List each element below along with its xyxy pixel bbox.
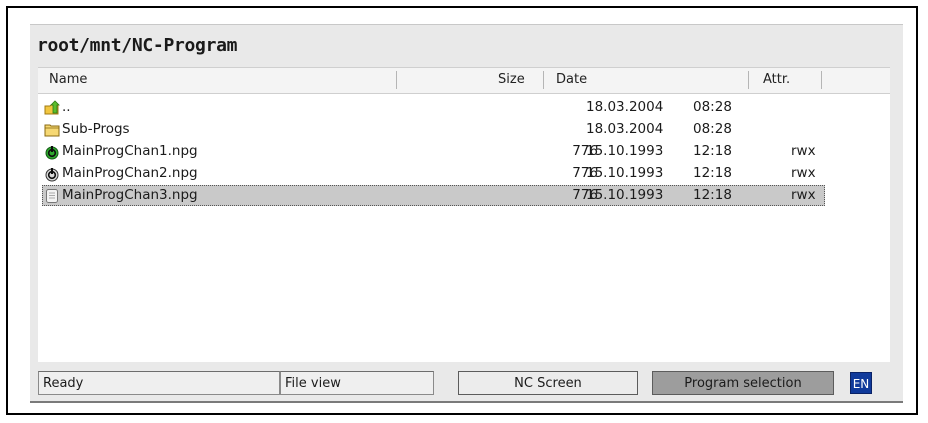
bottom-divider	[30, 401, 903, 403]
program-selection-button[interactable]: Program selection	[652, 371, 834, 395]
list-item[interactable]: MainProgChan1.npg 776 15.10.1993 12:18 r…	[38, 141, 890, 163]
file-time: 08:28	[693, 121, 732, 137]
file-attr: rwx	[791, 165, 816, 181]
list-header: Name Size Date Attr.	[38, 67, 890, 94]
list-item[interactable]: .. 18.03.2004 08:28	[38, 97, 890, 119]
list-item[interactable]: Sub-Progs 18.03.2004 08:28	[38, 119, 890, 141]
power-green-icon	[44, 144, 60, 160]
list-item[interactable]: MainProgChan2.npg 776 15.10.1993 12:18 r…	[38, 163, 890, 185]
column-separator[interactable]	[821, 71, 822, 89]
file-time: 08:28	[693, 99, 732, 115]
file-time: 12:18	[693, 165, 732, 181]
document-icon	[44, 188, 60, 204]
file-time: 12:18	[693, 143, 732, 159]
file-name: Sub-Progs	[62, 121, 130, 137]
file-date: 18.03.2004	[586, 121, 664, 137]
file-name: MainProgChan2.npg	[62, 165, 198, 181]
file-name: ..	[62, 99, 71, 115]
language-button[interactable]: EN	[850, 372, 872, 394]
status-view: File view	[280, 371, 434, 395]
column-attr-header[interactable]: Attr.	[763, 72, 790, 87]
file-browser-window: root/mnt/NC-Program Name Size Date Attr.…	[30, 24, 903, 403]
file-name: MainProgChan1.npg	[62, 143, 198, 159]
column-size-header[interactable]: Size	[498, 72, 525, 87]
file-date: 15.10.1993	[586, 187, 664, 203]
column-separator[interactable]	[396, 71, 397, 89]
file-attr: rwx	[791, 143, 816, 159]
file-date: 15.10.1993	[586, 165, 664, 181]
status-bar: Ready File view NC Screen Program select…	[38, 371, 890, 397]
folder-up-icon	[44, 100, 60, 116]
status-ready: Ready	[38, 371, 280, 395]
file-time: 12:18	[693, 187, 732, 203]
file-attr: rwx	[791, 187, 816, 203]
list-item-selected[interactable]: MainProgChan3.npg 776 15.10.1993 12:18 r…	[38, 185, 890, 207]
file-list: .. 18.03.2004 08:28 Sub-Progs 18.03.2004…	[38, 94, 890, 362]
path-title: root/mnt/NC-Program	[37, 35, 238, 56]
folder-icon	[44, 122, 60, 138]
nc-screen-button[interactable]: NC Screen	[458, 371, 638, 395]
column-separator[interactable]	[748, 71, 749, 89]
column-name-header[interactable]: Name	[49, 72, 87, 87]
column-date-header[interactable]: Date	[556, 72, 587, 87]
file-date: 18.03.2004	[586, 99, 664, 115]
file-name: MainProgChan3.npg	[62, 187, 198, 203]
file-date: 15.10.1993	[586, 143, 664, 159]
column-separator[interactable]	[543, 71, 544, 89]
power-icon	[44, 166, 60, 182]
